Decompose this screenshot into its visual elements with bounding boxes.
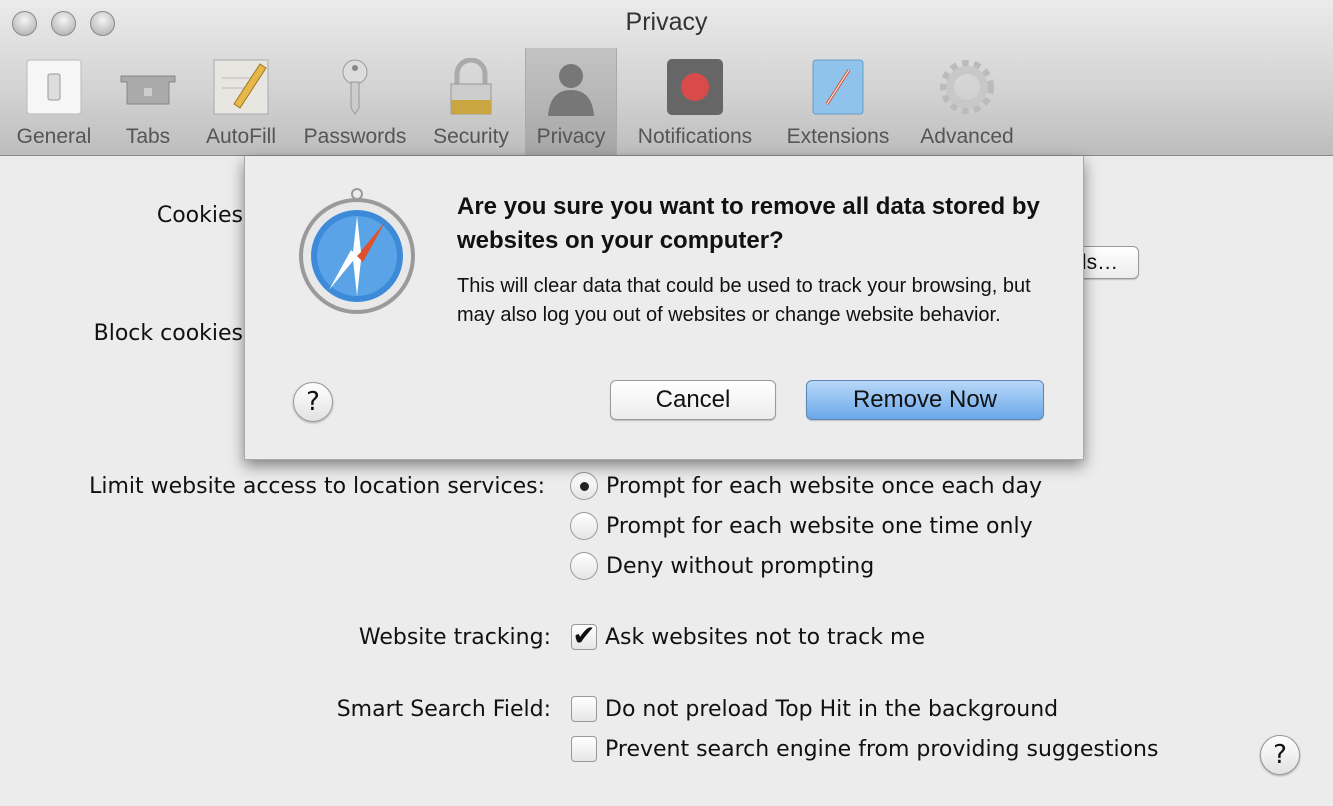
cookies-label: Cookies	[156, 203, 243, 228]
dialog-message: This will clear data that could be used …	[457, 275, 1031, 326]
location-option-daily[interactable]: Prompt for each website once each day	[570, 472, 1042, 500]
checkbox-checked[interactable]: ✔	[571, 622, 597, 650]
safari-compass-icon	[299, 188, 415, 314]
option-label: Prompt for each website one time only	[606, 513, 1033, 539]
checkbox[interactable]	[571, 696, 597, 722]
location-label: Limit website access to location service…	[89, 474, 545, 499]
radio-button[interactable]	[570, 552, 598, 580]
tab-autofill[interactable]: AutoFill	[196, 48, 286, 155]
option-label: Ask websites not to track me	[605, 624, 925, 650]
tab-label: Notifications	[637, 125, 753, 148]
do-not-track-option[interactable]: ✔ Ask websites not to track me	[571, 622, 925, 650]
tab-extensions[interactable]: Extensions	[778, 48, 898, 155]
tab-notifications[interactable]: Notifications	[624, 48, 766, 155]
help-button[interactable]: ?	[1260, 735, 1300, 775]
tab-tabs[interactable]: Tabs	[110, 48, 186, 155]
remove-now-button[interactable]: Remove Now	[806, 380, 1044, 420]
tab-label: Passwords	[303, 125, 407, 148]
preload-top-hit-option[interactable]: Do not preload Top Hit in the background	[571, 696, 1058, 722]
tab-label: Security	[433, 125, 509, 148]
tab-general[interactable]: General	[8, 48, 100, 155]
light-switch-icon	[26, 59, 82, 115]
location-option-deny[interactable]: Deny without prompting	[570, 552, 874, 580]
notification-record-icon	[667, 59, 723, 115]
autofill-pencil-icon	[213, 59, 269, 115]
person-silhouette-icon	[548, 64, 594, 116]
radio-button[interactable]	[570, 472, 598, 500]
option-label: Prompt for each website once each day	[606, 473, 1042, 499]
window-titlebar: Privacy General Tabs AutoFill Passwords …	[0, 0, 1333, 156]
checkbox[interactable]	[571, 736, 597, 762]
tabs-icon	[120, 75, 176, 105]
location-option-once[interactable]: Prompt for each website one time only	[570, 512, 1033, 540]
tab-passwords[interactable]: Passwords	[298, 48, 412, 155]
cancel-button[interactable]: Cancel	[610, 380, 776, 420]
block-cookies-label: Block cookies	[93, 321, 243, 346]
padlock-icon	[450, 58, 492, 115]
smart-search-label: Smart Search Field:	[336, 697, 551, 722]
dialog-title: Are you sure you want to remove all data…	[457, 193, 1040, 254]
gear-icon	[940, 60, 994, 114]
tracking-label: Website tracking:	[358, 625, 551, 650]
tab-privacy[interactable]: Privacy	[525, 48, 617, 155]
tab-label: Extensions	[786, 125, 890, 148]
key-icon	[342, 59, 368, 115]
confirm-remove-data-dialog: Are you sure you want to remove all data…	[244, 156, 1084, 460]
tab-label: Advanced	[920, 125, 1014, 148]
extension-puzzle-icon	[812, 59, 864, 115]
option-label: Do not preload Top Hit in the background	[605, 696, 1059, 722]
search-suggestions-option[interactable]: Prevent search engine from providing sug…	[571, 736, 1158, 762]
tab-security[interactable]: Security	[424, 48, 518, 155]
radio-button[interactable]	[570, 512, 598, 540]
tab-label: AutoFill	[205, 125, 277, 148]
tab-label: Tabs	[125, 125, 171, 148]
option-label: Prevent search engine from providing sug…	[605, 736, 1159, 762]
tab-advanced[interactable]: Advanced	[912, 48, 1022, 155]
dialog-help-button[interactable]: ?	[293, 382, 333, 422]
option-label: Deny without prompting	[606, 553, 875, 579]
window-title: Privacy	[625, 8, 708, 36]
tab-label: Privacy	[536, 125, 606, 148]
tab-label: General	[16, 125, 92, 148]
